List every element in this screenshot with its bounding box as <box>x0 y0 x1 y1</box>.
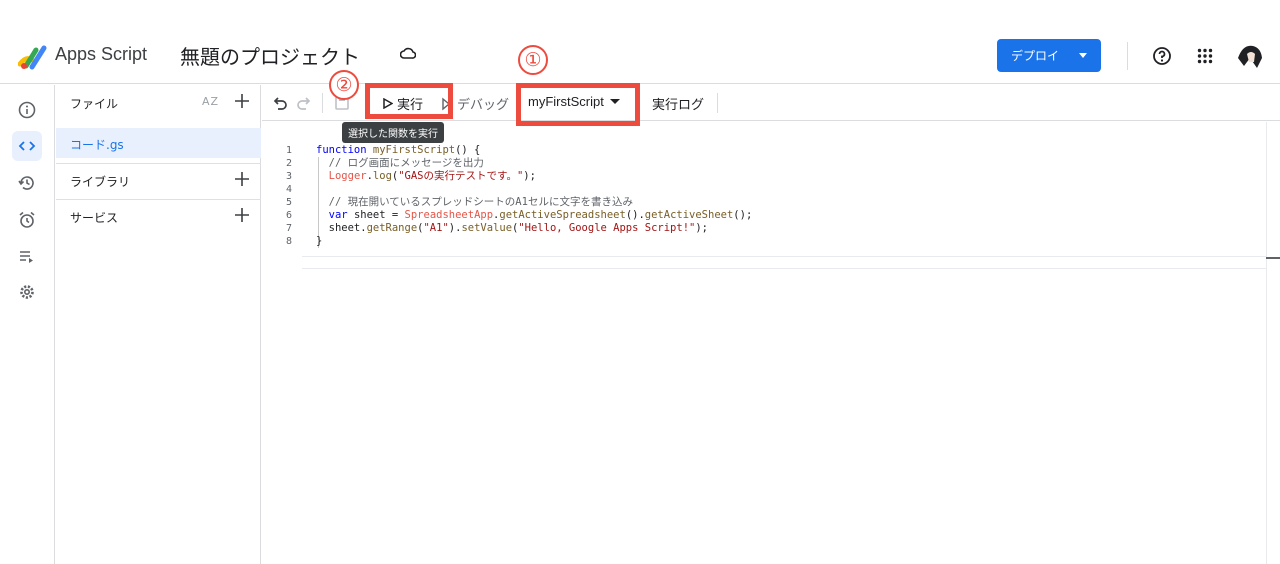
deploy-label: デプロイ <box>1011 49 1060 63</box>
execution-log-button[interactable]: 実行ログ <box>652 94 704 113</box>
line-number: 2 <box>285 158 292 169</box>
code-lines[interactable]: function myFirstScript() { // ログ画面にメッセージ… <box>316 144 752 248</box>
left-nav-rail <box>0 85 55 564</box>
annotation-marker-2: ② <box>329 70 359 100</box>
toolbar-separator <box>322 93 323 113</box>
help-icon[interactable] <box>1152 46 1172 66</box>
file-name: コード.gs <box>70 138 124 152</box>
add-file-plus-icon[interactable] <box>233 92 251 110</box>
editor-scrollbar[interactable] <box>1266 122 1280 564</box>
info-icon <box>18 101 36 119</box>
code-icon <box>18 141 36 151</box>
services-section: サービス <box>56 199 261 235</box>
add-library-plus-icon[interactable] <box>233 170 251 188</box>
debug-label: デバッグ <box>457 98 510 113</box>
chevron-down-icon <box>1079 53 1087 58</box>
code-line: // 現在開いているスプレッドシートのA1セルに文字を書き込み <box>328 196 633 208</box>
line-number: 6 <box>285 210 292 221</box>
executions-button[interactable] <box>12 241 42 271</box>
line-number-gutter: 1 2 3 4 5 6 7 8 <box>262 144 302 248</box>
undo-icon[interactable] <box>272 95 288 111</box>
add-service-plus-icon[interactable] <box>233 206 251 224</box>
triggers-button[interactable] <box>12 205 42 235</box>
executions-icon <box>20 251 33 263</box>
overview-button[interactable] <box>12 95 42 125</box>
line-number: 4 <box>285 184 292 195</box>
sort-files-button[interactable]: AZ <box>202 95 219 108</box>
redo-icon[interactable] <box>296 95 312 111</box>
history-icon <box>18 176 34 190</box>
code-line: // ログ画面にメッセージを出力 <box>328 157 484 169</box>
line-number: 8 <box>285 236 292 247</box>
apps-grid-icon[interactable] <box>1197 48 1213 64</box>
app-name: Apps Script <box>55 44 148 64</box>
apps-script-logo[interactable] <box>18 42 48 70</box>
files-panel: ファイル AZ コード.gs ライブラリ サービス <box>56 85 261 564</box>
project-history-button[interactable] <box>12 168 42 198</box>
code-line: Logger.log("GASの実行テストです。"); <box>328 170 536 182</box>
services-label: サービス <box>70 211 119 225</box>
code-line: sheet.getRange("A1").setValue("Hello, Go… <box>316 222 709 234</box>
code-line: var sheet = SpreadsheetApp.getActiveSpre… <box>328 209 753 221</box>
code-line: } <box>316 235 323 247</box>
libraries-label: ライブラリ <box>70 175 131 189</box>
header-divider <box>1127 42 1128 70</box>
line-number: 3 <box>285 171 292 182</box>
files-section-header: ファイル AZ <box>56 85 261 121</box>
editor-button[interactable] <box>12 131 42 161</box>
current-line-highlight <box>302 256 1266 269</box>
toolbar-separator <box>717 93 718 113</box>
annotation-marker-1: ① <box>518 45 548 75</box>
line-number: 5 <box>285 197 292 208</box>
highlight-box-run-button <box>365 83 453 119</box>
line-number: 7 <box>285 223 292 234</box>
avatar[interactable] <box>1235 40 1265 70</box>
settings-icon <box>20 285 34 299</box>
settings-button[interactable] <box>12 277 42 307</box>
highlight-box-function-select <box>516 83 640 126</box>
cloud-sync-icon <box>400 47 416 59</box>
top-header: Apps Script 無題のプロジェクト デプロイ <box>0 0 1280 84</box>
project-title[interactable]: 無題のプロジェクト <box>180 41 360 70</box>
file-item-code-gs[interactable]: コード.gs <box>56 128 261 158</box>
libraries-section: ライブラリ <box>56 163 261 199</box>
scrollbar-cursor-marker <box>1266 257 1280 259</box>
files-label: ファイル <box>70 97 119 111</box>
code-line: function myFirstScript() { <box>316 144 481 156</box>
code-editor[interactable]: 1 2 3 4 5 6 7 8 function myFirstScript()… <box>262 122 1266 564</box>
trigger-icon <box>19 211 35 228</box>
line-number: 1 <box>285 145 292 156</box>
deploy-button[interactable]: デプロイ <box>997 39 1101 72</box>
